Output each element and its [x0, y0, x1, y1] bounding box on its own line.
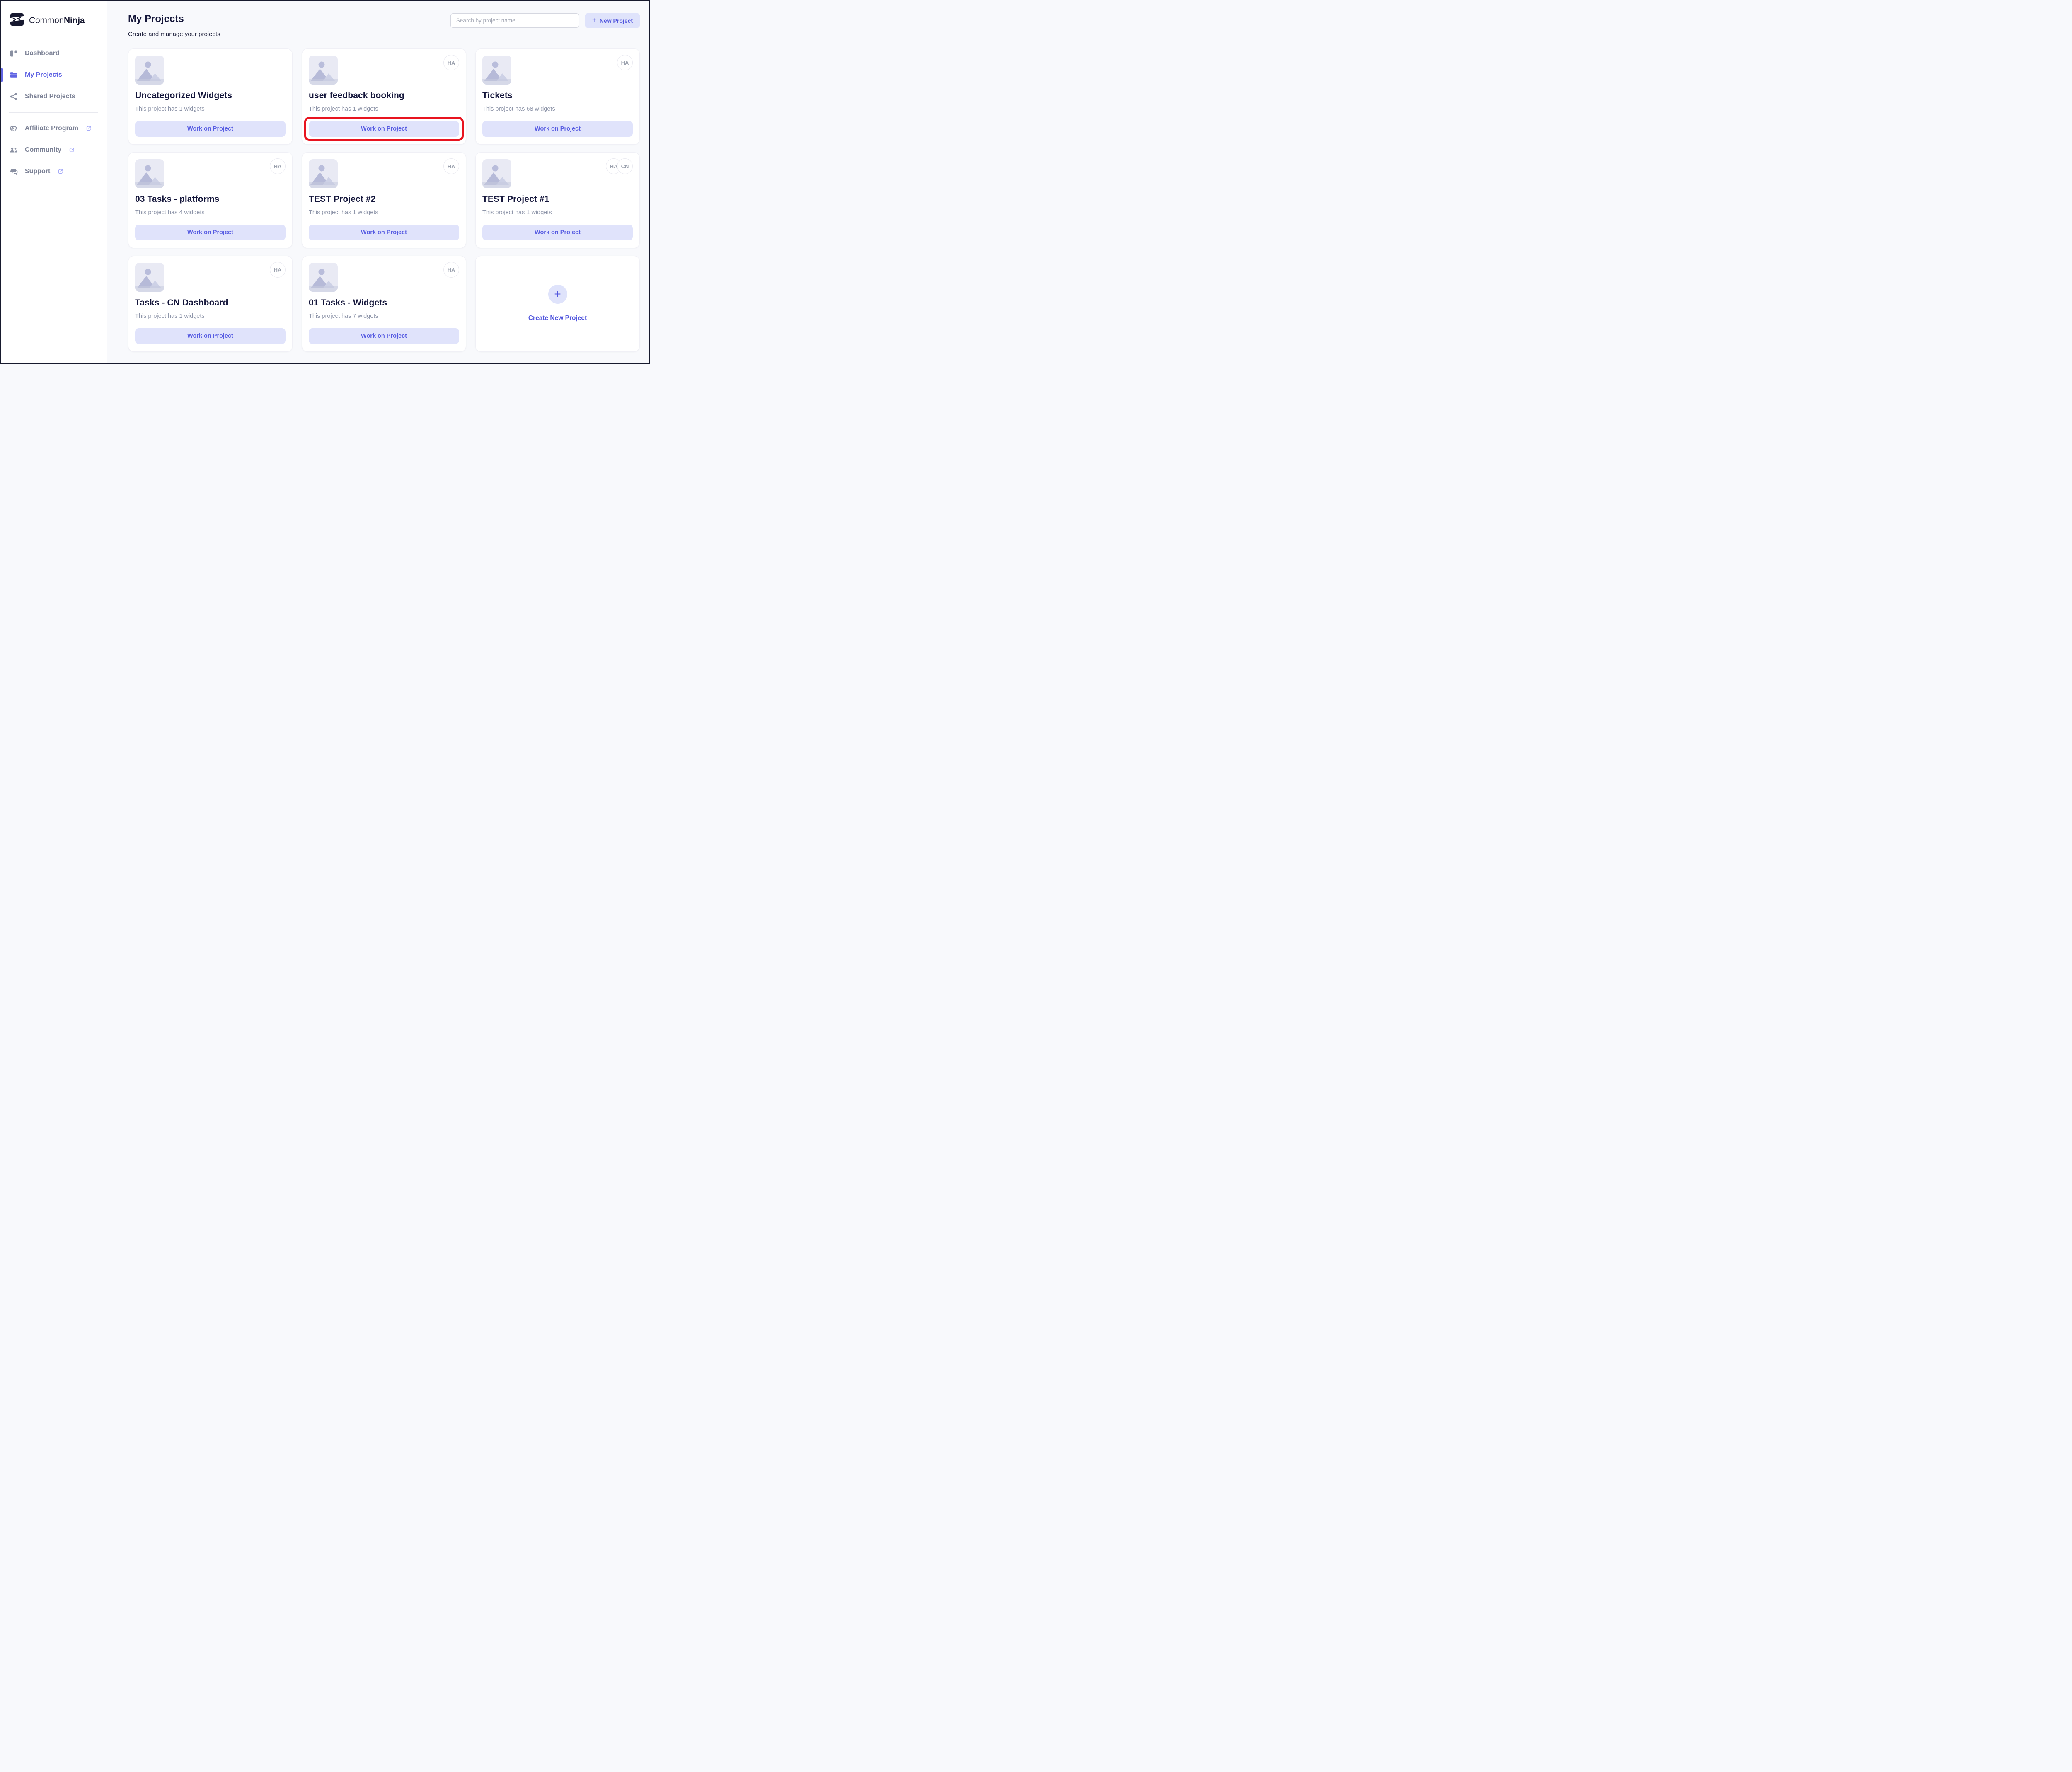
project-card: HA TEST Project #2 This project has 1 wi…: [302, 152, 466, 248]
collaborator-badge: HA: [270, 158, 286, 174]
project-thumbnail-image: [309, 263, 338, 292]
collaborator-badge: HA: [443, 55, 459, 70]
project-thumbnail-image: [135, 159, 164, 188]
brand-name: CommonNinja: [29, 16, 85, 26]
share-icon: [9, 92, 18, 101]
project-thumbnail-image: [482, 159, 511, 188]
collaborator-badge: HA: [270, 262, 286, 278]
plus-icon[interactable]: +: [548, 285, 567, 304]
sidebar-item-label: My Projects: [25, 71, 62, 79]
work-on-project-button[interactable]: Work on Project: [482, 225, 633, 240]
sidebar-item-label: Dashboard: [25, 50, 60, 57]
work-on-project-button[interactable]: Work on Project: [135, 121, 286, 137]
project-card: HA user feedback booking This project ha…: [302, 48, 466, 145]
project-card: HA Tasks - CN Dashboard This project has…: [128, 256, 293, 352]
search-input[interactable]: [450, 13, 579, 28]
collaborator-badges: HA: [270, 158, 286, 174]
handshake-icon: [9, 124, 18, 133]
collaborator-badge: CN: [617, 158, 633, 174]
project-card: Uncategorized Widgets This project has 1…: [128, 48, 293, 145]
collaborator-badges: HA: [443, 158, 459, 174]
project-thumbnail-image: [482, 56, 511, 85]
project-title: 01 Tasks - Widgets: [309, 298, 459, 308]
page-title: My Projects: [128, 13, 220, 25]
collaborator-badge: HA: [443, 262, 459, 278]
dashboard-icon: [9, 49, 18, 58]
collaborator-badges: HACN: [606, 158, 633, 174]
sidebar-item-community[interactable]: Community: [1, 139, 107, 161]
collaborator-badges: HA: [617, 55, 633, 70]
new-project-label: New Project: [600, 17, 633, 24]
external-link-icon: [58, 169, 63, 174]
project-card: HA 03 Tasks - platforms This project has…: [128, 152, 293, 248]
project-title: TEST Project #1: [482, 194, 633, 204]
project-title: TEST Project #2: [309, 194, 459, 204]
sidebar-item-label: Support: [25, 168, 50, 175]
collaborator-badge: HA: [617, 55, 633, 70]
project-card: HACN TEST Project #1 This project has 1 …: [475, 152, 640, 248]
folder-icon: [9, 70, 18, 80]
new-project-button[interactable]: + New Project: [585, 13, 640, 28]
project-widget-count: This project has 1 widgets: [135, 106, 286, 112]
project-widget-count: This project has 7 widgets: [309, 313, 459, 320]
sidebar-item-shared-projects[interactable]: Shared Projects: [1, 86, 107, 107]
project-card: HA 01 Tasks - Widgets This project has 7…: [302, 256, 466, 352]
page-header: My Projects Create and manage your proje…: [128, 13, 640, 38]
work-on-project-button[interactable]: Work on Project: [309, 225, 459, 240]
brand-logo[interactable]: CommonNinja: [1, 1, 107, 42]
main-content: My Projects Create and manage your proje…: [107, 1, 649, 352]
work-on-project-button[interactable]: Work on Project: [135, 225, 286, 240]
collaborator-badges: HA: [443, 262, 459, 278]
collaborator-badges: HA: [443, 55, 459, 70]
common-ninja-logo-icon: [9, 12, 25, 29]
work-on-project-button[interactable]: Work on Project: [135, 328, 286, 344]
sidebar-item-label: Affiliate Program: [25, 125, 78, 132]
sidebar-item-label: Shared Projects: [25, 93, 75, 100]
project-widget-count: This project has 1 widgets: [135, 313, 286, 320]
project-thumbnail-image: [135, 56, 164, 85]
external-link-icon: [69, 147, 75, 153]
sidebar-item-label: Community: [25, 146, 61, 154]
collaborator-badge: HA: [443, 158, 459, 174]
project-title: 03 Tasks - platforms: [135, 194, 286, 204]
project-title: Uncategorized Widgets: [135, 91, 286, 101]
project-thumbnail-image: [135, 263, 164, 292]
projects-grid: Uncategorized Widgets This project has 1…: [128, 48, 640, 352]
project-title: user feedback booking: [309, 91, 459, 101]
plus-icon: +: [592, 16, 596, 24]
sidebar-item-dashboard[interactable]: Dashboard: [1, 43, 107, 64]
project-thumbnail-image: [309, 56, 338, 85]
collaborator-badges: HA: [270, 262, 286, 278]
project-thumbnail-image: [309, 159, 338, 188]
project-title: Tickets: [482, 91, 633, 101]
sidebar-item-affiliate-program[interactable]: Affiliate Program: [1, 118, 107, 139]
project-title: Tasks - CN Dashboard: [135, 298, 286, 308]
project-widget-count: This project has 1 widgets: [482, 209, 633, 216]
sidebar-nav: Dashboard My Projects Shared Project: [1, 43, 107, 182]
project-widget-count: This project has 68 widgets: [482, 106, 633, 112]
work-on-project-button[interactable]: Work on Project: [309, 121, 459, 137]
page-subtitle: Create and manage your projects: [128, 31, 220, 38]
project-widget-count: This project has 1 widgets: [309, 209, 459, 216]
project-widget-count: This project has 4 widgets: [135, 209, 286, 216]
project-card: HA Tickets This project has 68 widgets W…: [475, 48, 640, 145]
sidebar-item-support[interactable]: Support: [1, 161, 107, 182]
sidebar-divider: [9, 112, 98, 113]
sidebar-item-my-projects[interactable]: My Projects: [1, 64, 107, 86]
external-link-icon: [86, 126, 92, 131]
work-on-project-button[interactable]: Work on Project: [309, 328, 459, 344]
create-new-project-label: Create New Project: [528, 315, 587, 322]
work-on-project-button[interactable]: Work on Project: [482, 121, 633, 137]
project-widget-count: This project has 1 widgets: [309, 106, 459, 112]
chat-icon: [9, 167, 18, 176]
sidebar: CommonNinja Dashboard My Projects: [1, 1, 107, 363]
create-new-project-card[interactable]: + Create New Project: [475, 256, 640, 352]
people-icon: [9, 145, 18, 155]
